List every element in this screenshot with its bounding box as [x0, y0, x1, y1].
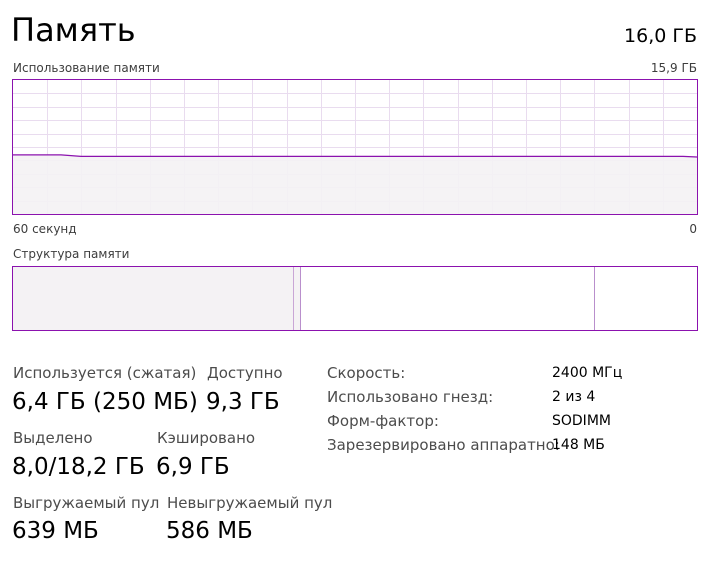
form-factor-label: Форм-фактор:: [327, 412, 439, 430]
available-value: 9,3 ГБ: [206, 389, 280, 415]
cached-value: 6,9 ГБ: [156, 454, 230, 480]
memory-usage-graph: [12, 79, 698, 215]
available-label: Доступно: [207, 364, 283, 382]
nonpaged-pool-label: Невыгружаемый пул: [167, 494, 333, 512]
time-axis-start: 60 секунд: [13, 222, 77, 236]
slots-used-label: Использовано гнезд:: [327, 388, 494, 406]
usage-area: [13, 154, 697, 214]
hardware-reserved-value: 148 МБ: [552, 437, 605, 453]
committed-label: Выделено: [13, 429, 93, 447]
committed-value: 8,0/18,2 ГБ: [12, 454, 145, 480]
memory-usage-plot: [13, 80, 697, 214]
slots-used-value: 2 из 4: [552, 389, 596, 405]
composition-in-use: [13, 267, 293, 330]
usage-graph-label: Использование памяти: [13, 61, 160, 75]
nonpaged-pool-value: 586 МБ: [166, 518, 253, 544]
usage-graph-max: 15,9 ГБ: [650, 61, 697, 75]
hardware-reserved-label: Зарезервировано аппаратно:: [327, 436, 560, 454]
total-memory: 16,0 ГБ: [624, 25, 697, 47]
page-title: Память: [11, 11, 136, 49]
time-axis-end: 0: [689, 222, 697, 236]
speed-value: 2400 МГц: [552, 365, 623, 381]
composition-free: [594, 267, 697, 330]
paged-pool-label: Выгружаемый пул: [13, 494, 160, 512]
composition-modified: [293, 267, 300, 330]
speed-label: Скорость:: [327, 364, 406, 382]
form-factor-value: SODIMM: [552, 413, 611, 429]
composition-label: Структура памяти: [13, 247, 130, 261]
in-use-label: Используется (сжатая): [13, 364, 197, 382]
in-use-value: 6,4 ГБ (250 МБ): [12, 389, 198, 415]
cached-label: Кэшировано: [157, 429, 256, 447]
memory-composition-bar: [12, 266, 698, 331]
paged-pool-value: 639 МБ: [12, 518, 99, 544]
composition-standby: [300, 267, 594, 330]
